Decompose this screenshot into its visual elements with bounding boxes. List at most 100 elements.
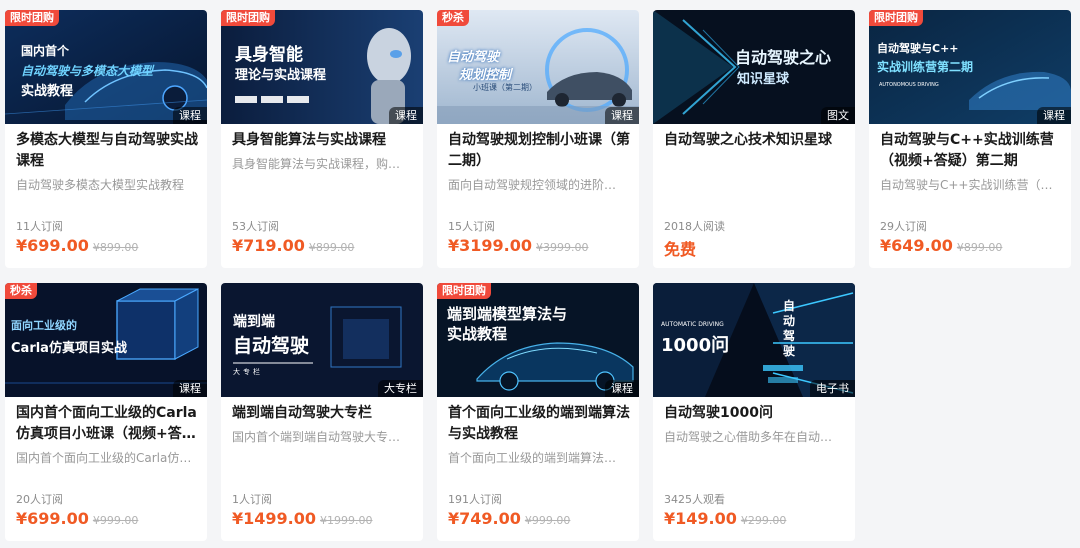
content-type-tag: 电子书 [810,380,855,397]
cover-line: 自动驾驶 [447,50,500,65]
price-row: ¥649.00 ¥899.00 [880,236,1002,255]
course-title[interactable]: 首个面向工业级的端到端算法与实战教程 [448,403,630,445]
course-card[interactable]: 面向工业级的 Carla仿真项目实战 秒杀 课程 国内首个面向工业级的Carla… [5,283,207,541]
subscriber-count: 29人订阅 [880,220,927,233]
cover-line: 自动驾驶 [233,335,310,357]
subscriber-count: 11人订阅 [16,220,63,233]
course-cover-image[interactable]: 自动驾驶 规划控制 小班课（第二期） 秒杀 课程 [437,10,639,124]
subscriber-count: 1人订阅 [232,493,272,506]
reader-count: 2018人阅读 [664,220,725,233]
cover-line: 1000问 [661,335,730,356]
cover-line: 理论与实战课程 [235,68,327,83]
content-type-tag: 课程 [1037,107,1071,124]
cover-line: 具身智能 [235,45,303,65]
content-type-tag: 图文 [821,107,855,124]
promo-badge: 秒杀 [437,10,469,26]
viewer-count: 3425人观看 [664,493,725,506]
course-subtitle: 自动驾驶之心借助多年在自动… [664,430,833,444]
course-cover-image[interactable]: 自动驾驶之心 知识星球 图文 [653,10,855,124]
sale-price: ¥699.00 [16,236,89,255]
cover-line: 小班课（第二期） [473,83,537,92]
cover-line: 自动驾驶 [783,299,796,358]
course-subtitle: 自动驾驶多模态大模型实战教程 [16,178,185,192]
course-card[interactable]: AUTOMATIC DRIVING 1000问 自动驾驶 电子书 自动驾驶100… [653,283,855,541]
subscriber-count: 53人订阅 [232,220,279,233]
course-title[interactable]: 国内首个面向工业级的Carla仿真项目小班课（视频+答… [16,403,198,445]
subscriber-count: 20人订阅 [16,493,63,506]
sale-price: ¥3199.00 [448,236,533,255]
cover-line: 端到端 [233,314,275,330]
course-subtitle: 国内首个端到端自动驾驶大专… [232,430,401,444]
cover-line: 自动驾驶之心 [735,48,832,67]
price-row: ¥699.00 ¥899.00 [16,236,138,255]
course-cover-image[interactable]: 端到端 自动驾驶 大专栏 大专栏 [221,283,423,397]
course-card[interactable]: 自动驾驶 规划控制 小班课（第二期） 秒杀 课程 自动驾驶规划控制小班课（第二期… [437,10,639,268]
cover-line: 大专栏 [233,368,263,376]
cover-line: AUTOMATIC DRIVING [661,321,724,328]
cover-line: 知识星球 [737,72,790,87]
sale-price: 免费 [664,240,697,259]
course-cover-image[interactable]: 端到端模型算法与 实战教程 限时团购 课程 [437,283,639,397]
price-row: ¥749.00 ¥999.00 [448,509,570,528]
original-price: ¥999.00 [524,514,571,527]
price-row: ¥3199.00 ¥3999.00 [448,236,589,255]
subscriber-count: 15人订阅 [448,220,495,233]
cover-line: 国内首个 [21,44,70,58]
course-title[interactable]: 自动驾驶与C++实战训练营（视频+答疑）第二期 [880,130,1062,172]
content-type-tag: 大专栏 [378,380,423,397]
course-title[interactable]: 多模态大模型与自动驾驶实战课程 [16,130,198,172]
original-price: ¥999.00 [92,514,139,527]
cover-line: 实战训练营第二期 [877,60,974,74]
course-title[interactable]: 具身智能算法与实战课程 [232,130,414,151]
course-card[interactable]: 国内首个 自动驾驶与多模态大模型 实战教程 限时团购 课程 多模态大模型与自动驾… [5,10,207,268]
course-cover-image[interactable]: 国内首个 自动驾驶与多模态大模型 实战教程 限时团购 课程 [5,10,207,124]
cover-line: 实战教程 [447,325,508,343]
cover-line: 实战教程 [21,84,74,99]
price-row: ¥1499.00 ¥1999.00 [232,509,373,528]
original-price: ¥3999.00 [536,241,589,254]
course-card[interactable]: 自动驾驶之心 知识星球 图文 自动驾驶之心技术知识星球 2018人阅读 免费 [653,10,855,268]
content-type-tag: 课程 [605,380,639,397]
content-type-tag: 课程 [173,380,207,397]
course-card[interactable]: 端到端 自动驾驶 大专栏 大专栏 端到端自动驾驶大专栏 国内首个端到端自动驾驶大… [221,283,423,541]
sale-price: ¥649.00 [880,236,953,255]
cover-line: Carla仿真项目实战 [11,341,127,356]
content-type-tag: 课程 [389,107,423,124]
sale-price: ¥699.00 [16,509,89,528]
cover-line: 面向工业级的 [11,319,77,332]
promo-badge: 限时团购 [869,10,923,26]
cover-line: 自动驾驶与C++ [877,42,959,55]
original-price: ¥1999.00 [320,514,373,527]
course-cover-image[interactable]: 具身智能 理论与实战课程 限时团购 课程 [221,10,423,124]
original-price: ¥899.00 [308,241,355,254]
price-row: ¥149.00 ¥299.00 [664,509,786,528]
course-card[interactable]: 具身智能 理论与实战课程 限时团购 课程 具身智能算法与实战课程 具身智能算法与… [221,10,423,268]
course-subtitle: 国内首个面向工业级的Carla仿… [16,451,192,465]
content-type-tag: 课程 [173,107,207,124]
sale-price: ¥1499.00 [232,509,317,528]
promo-badge: 限时团购 [5,10,59,26]
promo-badge: 秒杀 [5,283,37,299]
course-cover-image[interactable]: 自动驾驶与C++ 实战训练营第二期 AUTONOMOUS DRIVING 限时团… [869,10,1071,124]
course-subtitle: 首个面向工业级的端到端算法… [448,451,617,465]
original-price: ¥899.00 [956,241,1003,254]
price-row: ¥699.00 ¥999.00 [16,509,138,528]
cover-line: 规划控制 [459,68,512,83]
subscriber-count: 191人订阅 [448,493,502,506]
course-cover-image[interactable]: 面向工业级的 Carla仿真项目实战 秒杀 课程 [5,283,207,397]
course-card[interactable]: 自动驾驶与C++ 实战训练营第二期 AUTONOMOUS DRIVING 限时团… [869,10,1071,268]
cover-line: AUTONOMOUS DRIVING [879,82,939,88]
course-cover-image[interactable]: AUTOMATIC DRIVING 1000问 自动驾驶 电子书 [653,283,855,397]
course-title[interactable]: 自动驾驶之心技术知识星球 [664,130,846,151]
sale-price: ¥149.00 [664,509,737,528]
course-subtitle: 面向自动驾驶规控领域的进阶… [448,178,617,192]
course-title[interactable]: 端到端自动驾驶大专栏 [232,403,414,424]
course-subtitle: 自动驾驶与C++实战训练营（… [880,178,1053,192]
course-title[interactable]: 自动驾驶规划控制小班课（第二期） [448,130,630,172]
original-price: ¥299.00 [740,514,787,527]
promo-badge: 限时团购 [437,283,491,299]
course-subtitle: 具身智能算法与实战课程，购… [232,157,401,171]
course-title[interactable]: 自动驾驶1000问 [664,403,846,424]
sale-price: ¥749.00 [448,509,521,528]
course-card[interactable]: 端到端模型算法与 实战教程 限时团购 课程 首个面向工业级的端到端算法与实战教程… [437,283,639,541]
